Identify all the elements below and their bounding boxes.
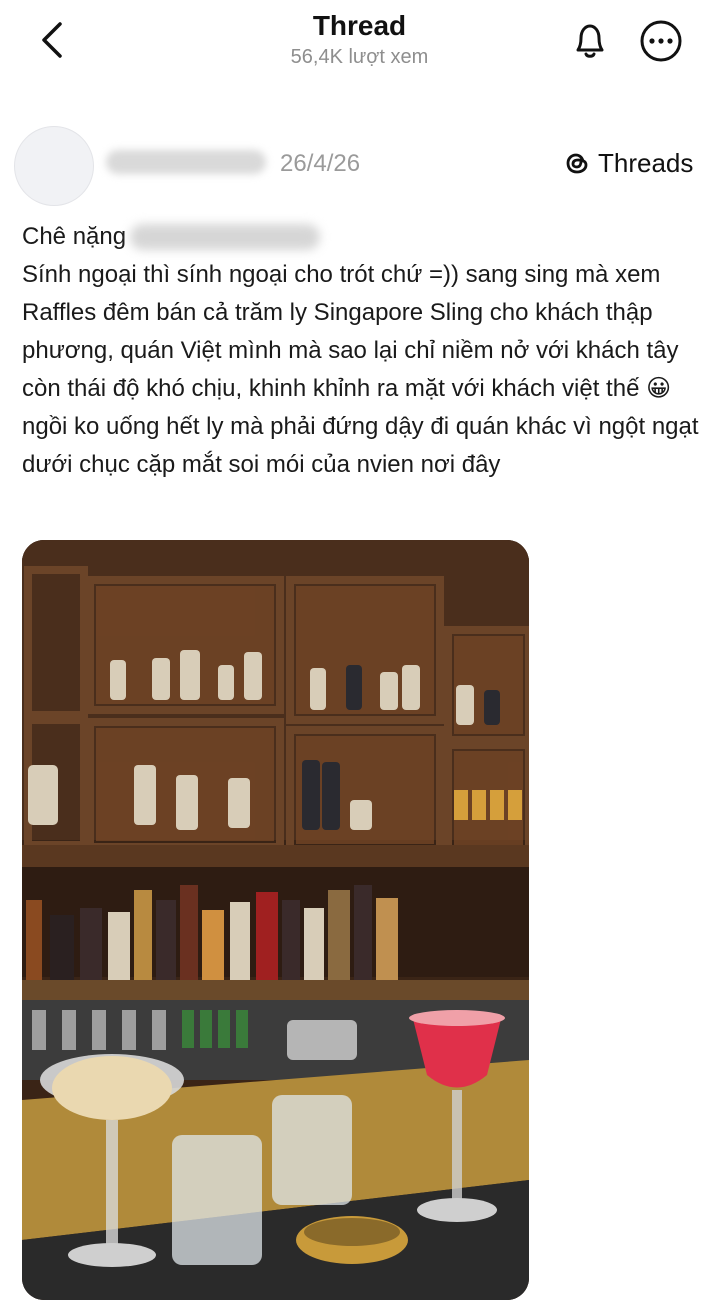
bar-interior-image [22, 540, 529, 1300]
bell-icon [576, 24, 604, 58]
post-header: kieungamngo 26/4/26 Threads [0, 120, 719, 210]
more-horizontal-icon [640, 20, 682, 62]
avatar[interactable] [14, 126, 94, 206]
post-photo[interactable] [22, 540, 529, 1300]
threads-logo-icon [562, 148, 592, 178]
mention-blurred[interactable] [130, 224, 321, 250]
more-options-button[interactable] [638, 18, 684, 64]
post-body: Chê nặng Sính ngoại thì sính ngoại cho t… [22, 218, 702, 484]
post-date: 26/4/26 [280, 150, 361, 177]
notifications-button[interactable] [568, 18, 612, 62]
username-blurred[interactable]: kieungamngo [106, 150, 266, 174]
threads-label: Threads [598, 147, 694, 178]
post-text: Sính ngoại thì sính ngoại cho trót chứ =… [22, 261, 706, 478]
post-first-line: Chê nặng [22, 223, 127, 250]
threads-source-link[interactable]: Threads [562, 146, 693, 180]
top-bar: Thread 56,4K lượt xem [0, 0, 719, 90]
